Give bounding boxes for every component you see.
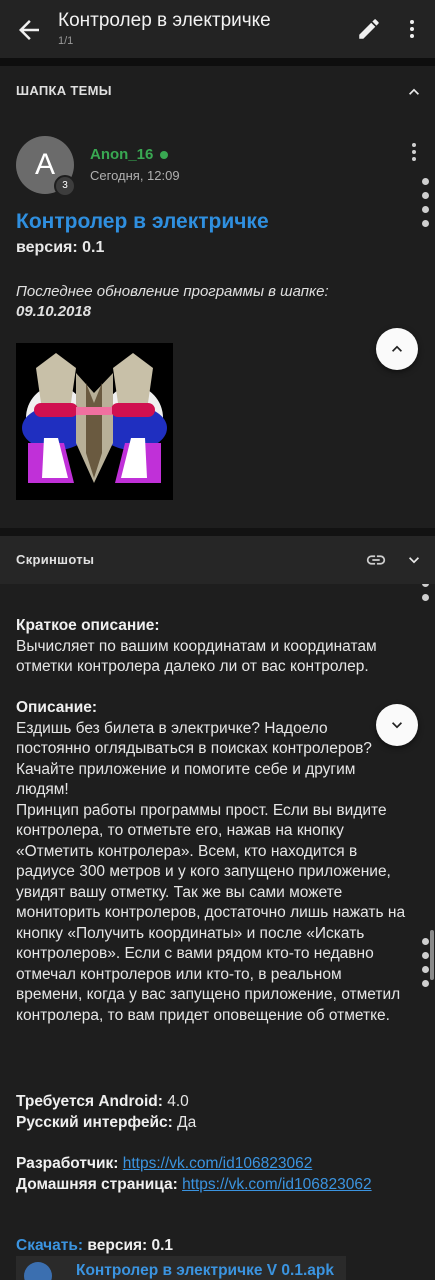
russian-label: Русский интерфейс: <box>16 1113 173 1131</box>
section-label: Скриншоты <box>16 552 95 567</box>
app-icon-artwork <box>16 343 173 500</box>
post-title: Контролер в электричке <box>16 210 269 233</box>
download-row: Скачать: версия: 0.1 <box>16 1236 406 1257</box>
post-updated: Последнее обновление программы в шапке: … <box>16 282 396 322</box>
desc-label: Описание: <box>16 699 98 716</box>
more-vert-icon[interactable] <box>400 16 424 42</box>
post-menu-icon[interactable] <box>406 142 422 162</box>
section-divider <box>0 528 435 536</box>
chevron-up-icon <box>392 345 402 352</box>
download-version: версия: 0.1 <box>87 1237 174 1254</box>
short-desc-label: Краткое описание: <box>16 617 160 634</box>
home-label: Домашняя страница: <box>16 1175 178 1193</box>
chevron-down-icon[interactable] <box>404 550 424 570</box>
apk-file-name[interactable]: Контролер в электричке V 0.1.apk <box>76 1262 334 1280</box>
russian-value: Да <box>177 1113 197 1131</box>
updated-text: Последнее обновление программы в шапке: <box>16 283 329 300</box>
file-icon <box>24 1262 52 1280</box>
app-bar: Контролер в электричке 1/1 <box>0 0 435 58</box>
section-label: ШАПКА ТЕМЫ <box>16 83 112 98</box>
post-author: A 3 Anon_16 Сегодня, 12:09 <box>0 134 435 198</box>
topic-header-toggle[interactable]: ШАПКА ТЕМЫ <box>0 66 435 116</box>
apk-file-attachment[interactable]: Контролер в электричке V 0.1.apk <box>16 1256 346 1280</box>
android-label: Требуется Android: <box>16 1093 163 1110</box>
description: Описание: Ездишь без билета в электричке… <box>16 698 406 1026</box>
reputation-badge: 3 <box>54 175 76 197</box>
short-desc-text: Вычисляет по вашим координатам и координ… <box>16 637 377 676</box>
android-value: 4.0 <box>167 1093 189 1110</box>
pencil-icon[interactable] <box>356 16 382 42</box>
short-description: Краткое описание: Вычисляет по вашим коо… <box>16 616 406 678</box>
scrollbar-thumb[interactable] <box>430 930 434 980</box>
download-label: Скачать: <box>16 1237 84 1254</box>
screenshots-toggle[interactable]: Скриншоты <box>0 536 435 584</box>
dev-label: Разработчик: <box>16 1155 119 1172</box>
developer-info: Разработчик: https://vk.com/id106823062 … <box>16 1154 406 1195</box>
scroll-indicator <box>422 938 430 994</box>
desc-paragraph-2: Принцип работы программы прост. Если вы … <box>16 801 406 1024</box>
chevron-up-icon[interactable] <box>404 82 424 102</box>
page-counter: 1/1 <box>58 35 74 47</box>
post-time: Сегодня, 12:09 <box>90 168 180 183</box>
desc-paragraph-1: Ездишь без билета в электричке? Надоело … <box>16 719 372 799</box>
app-bar-divider <box>0 58 435 66</box>
author-username[interactable]: Anon_16 <box>90 146 153 163</box>
scroll-up-button[interactable] <box>376 328 418 370</box>
scroll-indicator <box>422 178 430 234</box>
arrow-back-icon[interactable] <box>14 15 44 45</box>
link-icon[interactable] <box>364 549 388 571</box>
dev-link[interactable]: https://vk.com/id106823062 <box>123 1155 313 1172</box>
requirements: Требуется Android: 4.0 Русский интерфейс… <box>16 1092 406 1133</box>
online-indicator <box>160 151 168 159</box>
home-link[interactable]: https://vk.com/id106823062 <box>182 1176 372 1193</box>
updated-date: 09.10.2018 <box>16 303 92 320</box>
app-icon-image[interactable] <box>16 343 173 500</box>
post-version: версия: 0.1 <box>16 239 105 256</box>
topic-title: Контролер в электричке <box>58 10 271 31</box>
